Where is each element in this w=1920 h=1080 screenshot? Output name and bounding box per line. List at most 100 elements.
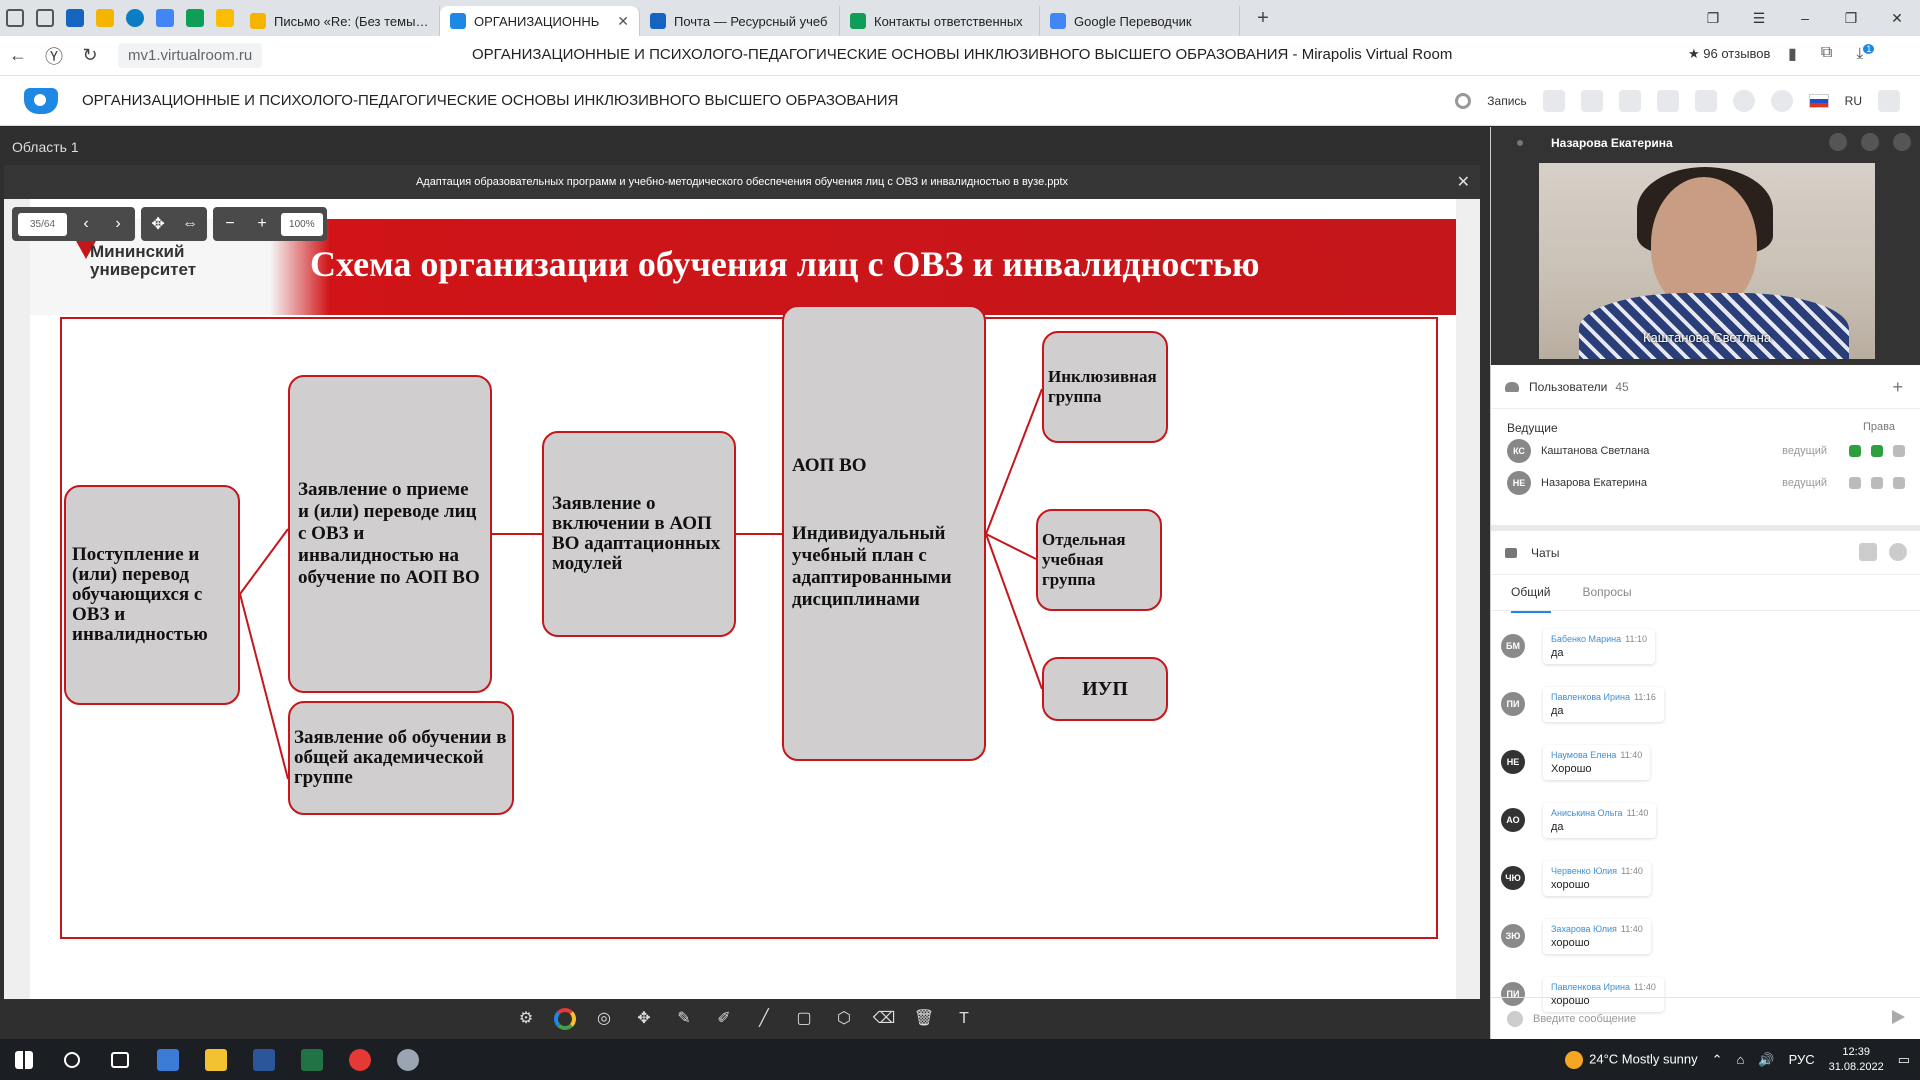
- russian-flag-icon[interactable]: [1808, 94, 1829, 108]
- calculator-icon[interactable]: [144, 1039, 192, 1080]
- tab-questions[interactable]: Вопросы: [1583, 585, 1632, 610]
- share-off-icon[interactable]: [1893, 477, 1905, 489]
- fit-width-icon[interactable]: ⇔: [177, 215, 203, 233]
- task-view-icon[interactable]: [96, 1039, 144, 1080]
- bookmark-icon[interactable]: ▮: [1788, 44, 1797, 64]
- settings-icon[interactable]: [1770, 90, 1793, 112]
- word-icon[interactable]: [240, 1039, 288, 1080]
- prev-page-button[interactable]: ‹: [73, 215, 99, 233]
- home-pinned-icon[interactable]: [0, 0, 30, 36]
- yandex-icon[interactable]: Ⓨ: [36, 43, 72, 69]
- mail-pinned-icon[interactable]: [60, 0, 90, 36]
- minimize-button[interactable]: –: [1782, 10, 1828, 27]
- mic-off-icon[interactable]: [1829, 133, 1847, 151]
- record-label[interactable]: Запись: [1487, 94, 1526, 108]
- language-indicator[interactable]: РУС: [1789, 1052, 1815, 1067]
- screen-share-icon[interactable]: [1580, 90, 1603, 112]
- exit-icon[interactable]: [1878, 90, 1900, 112]
- browser-tab[interactable]: Контакты ответственных: [840, 6, 1040, 36]
- drive-pinned-icon[interactable]: [210, 0, 240, 36]
- rights-label: Права: [1863, 421, 1895, 433]
- notifications-icon[interactable]: ▭: [1898, 1052, 1910, 1068]
- browser-tab[interactable]: Google Переводчик: [1040, 6, 1240, 36]
- new-tab-button[interactable]: +: [1248, 3, 1278, 33]
- record-icon[interactable]: [1455, 93, 1472, 109]
- zoom-out-button[interactable]: −: [217, 215, 243, 233]
- reviews-link[interactable]: ★ 96 отзывов: [1688, 46, 1770, 62]
- yandex-browser-icon[interactable]: [336, 1039, 384, 1080]
- layout-icon[interactable]: [1542, 90, 1565, 112]
- whiteboard-icon[interactable]: [1618, 90, 1641, 112]
- page-indicator[interactable]: 35/64: [18, 212, 68, 236]
- language-label[interactable]: RU: [1845, 94, 1862, 108]
- zoom-level[interactable]: 100%: [281, 212, 323, 236]
- volume-icon[interactable]: 🔊: [1758, 1052, 1774, 1068]
- mic-icon[interactable]: [1849, 477, 1861, 489]
- url-field[interactable]: mv1.virtualroom.ru: [118, 43, 263, 68]
- share-off-icon[interactable]: [1893, 445, 1905, 457]
- restore-button[interactable]: ❐: [1828, 10, 1874, 27]
- clock[interactable]: 12:39 31.08.2022: [1829, 1045, 1884, 1075]
- rectangle-icon[interactable]: ▢: [792, 1007, 816, 1031]
- info-icon[interactable]: [1732, 90, 1755, 112]
- files-icon[interactable]: [1656, 90, 1679, 112]
- yandex-mail-pinned-icon[interactable]: [90, 0, 120, 36]
- downloads-icon[interactable]: ⤓ 1: [1856, 44, 1875, 64]
- sheets-pinned-icon[interactable]: [180, 0, 210, 36]
- chat-input-placeholder[interactable]: Введите сообщение: [1533, 1013, 1636, 1025]
- users-manage-icon[interactable]: [1694, 90, 1717, 112]
- user-row[interactable]: КС Каштанова Светлана ведущий: [1491, 435, 1920, 467]
- tab-general[interactable]: Общий: [1511, 585, 1551, 613]
- close-tab-icon[interactable]: ✕: [617, 13, 629, 30]
- tray-chevron-icon[interactable]: ⌃: [1712, 1052, 1723, 1068]
- start-button[interactable]: [0, 1039, 48, 1080]
- draw-settings-icon[interactable]: ⚙: [514, 1007, 538, 1031]
- user-row[interactable]: НЕ Назарова Екатерина ведущий: [1491, 467, 1920, 499]
- camera-icon[interactable]: [1871, 445, 1883, 457]
- chat-settings-icon[interactable]: [1889, 543, 1907, 561]
- pen-icon[interactable]: ✎: [672, 1007, 696, 1031]
- excel-icon[interactable]: [288, 1039, 336, 1080]
- search-icon[interactable]: [48, 1039, 96, 1080]
- network-icon[interactable]: ⌂: [1737, 1052, 1745, 1067]
- camera-icon[interactable]: [1871, 477, 1883, 489]
- color-picker-icon[interactable]: [554, 1008, 576, 1030]
- chat-message: ПИ Павленкова Ирина 11:16 да: [1501, 675, 1907, 733]
- file-explorer-icon[interactable]: [192, 1039, 240, 1080]
- app-icon[interactable]: [384, 1039, 432, 1080]
- browser-tab[interactable]: Письмо «Re: (Без темы)» –: [240, 6, 440, 36]
- move-icon[interactable]: ✥: [632, 1007, 656, 1031]
- close-document-icon[interactable]: ✕: [1457, 172, 1470, 192]
- reload-button[interactable]: ↻: [72, 45, 108, 66]
- menu-icon[interactable]: ☰: [1736, 10, 1782, 27]
- add-user-button[interactable]: +: [1892, 377, 1903, 398]
- weather-widget[interactable]: 24°C Mostly sunny: [1565, 1050, 1698, 1069]
- message-text: хорошо: [1551, 936, 1590, 949]
- collections-icon[interactable]: ⧉: [1821, 44, 1832, 64]
- eraser-icon[interactable]: ⌫: [872, 1007, 896, 1031]
- next-page-button[interactable]: ›: [105, 215, 131, 233]
- shape-icon[interactable]: ⬡: [832, 1007, 856, 1031]
- emoji-icon[interactable]: [1507, 1010, 1523, 1027]
- pinned-tab-icon[interactable]: [30, 0, 60, 36]
- pan-icon[interactable]: ✥: [145, 214, 171, 234]
- browser-tab[interactable]: Почта — Ресурсный учеб: [640, 6, 840, 36]
- marker-icon[interactable]: ✐: [712, 1007, 736, 1031]
- tab-manager-icon[interactable]: ❐: [1690, 10, 1736, 27]
- camera-off-icon[interactable]: [1861, 133, 1879, 151]
- mic-icon[interactable]: [1849, 445, 1861, 457]
- browser-tab[interactable]: ОРГАНИЗАЦИОННЬ ✕: [440, 6, 640, 36]
- pointer-icon[interactable]: ◎: [592, 1007, 616, 1031]
- docs-pinned-icon[interactable]: [150, 0, 180, 36]
- cloud-pinned-icon[interactable]: [120, 0, 150, 36]
- zoom-in-button[interactable]: +: [249, 215, 275, 233]
- video-settings-icon[interactable]: [1893, 133, 1911, 151]
- close-window-button[interactable]: ✕: [1874, 10, 1920, 27]
- back-button[interactable]: ←: [0, 45, 36, 66]
- chat-input[interactable]: Введите сообщение: [1491, 997, 1920, 1039]
- chat-export-icon[interactable]: [1859, 543, 1877, 561]
- text-icon[interactable]: T: [952, 1007, 976, 1031]
- line-icon[interactable]: ╱: [752, 1007, 776, 1031]
- trash-icon[interactable]: 🗑: [912, 1007, 936, 1031]
- send-icon[interactable]: [1892, 1010, 1905, 1024]
